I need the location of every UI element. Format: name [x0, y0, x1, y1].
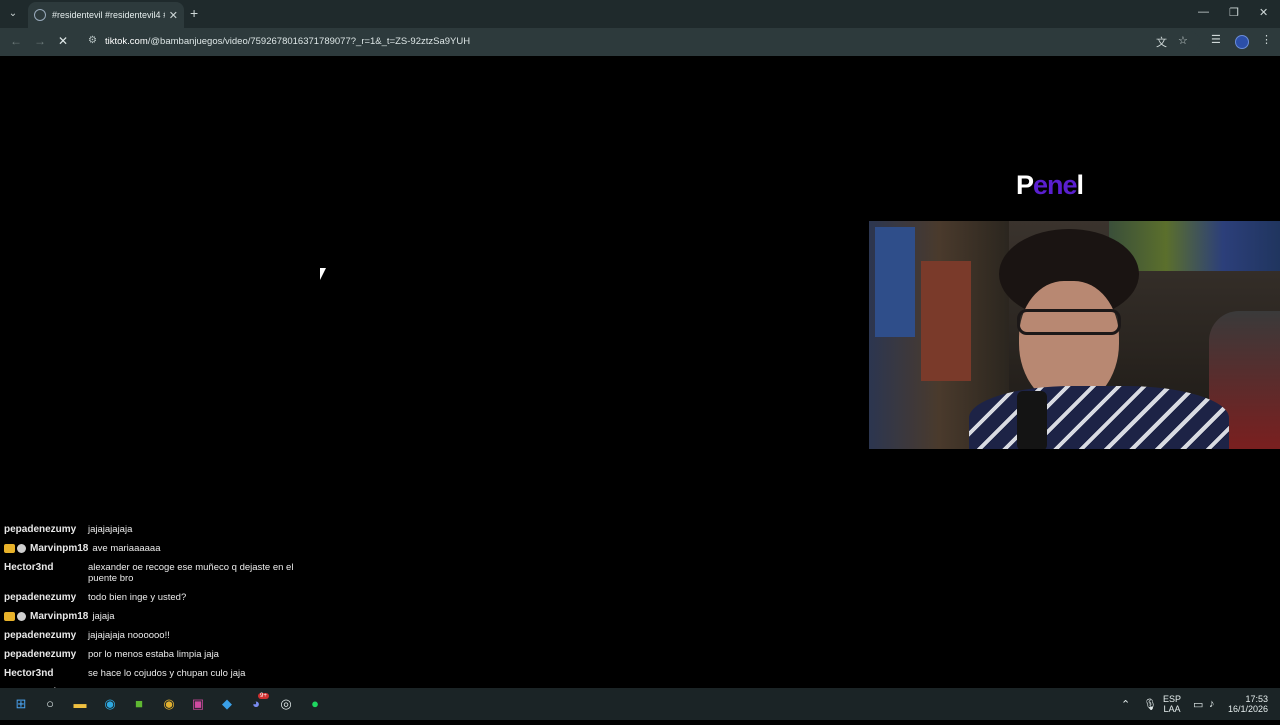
minecraft-icon[interactable]: ■ — [131, 696, 147, 712]
volume-icon[interactable]: ♪ — [1209, 698, 1215, 710]
overlay-letter-end: l — [1076, 170, 1084, 200]
chat-username-text: pepadenezumy — [4, 524, 77, 535]
app-icon[interactable]: ▣ — [190, 696, 206, 712]
chat-message-text: jajajajajaja — [88, 524, 133, 535]
chat-message: Hector3nd se hace lo cojudos y chupan cul… — [4, 668, 334, 679]
video-overlay-title: Penel — [1016, 170, 1084, 201]
webcam-feed — [869, 221, 1280, 449]
chat-message: Marvinpm18 ave mariaaaaaa — [4, 543, 334, 554]
chat-message: pepadenezumy jajajajajaja — [4, 524, 334, 535]
chat-message-text: jajajajaja noooooo!! — [88, 630, 170, 641]
network-icon[interactable]: ▭ — [1193, 698, 1203, 711]
site-info-icon[interactable]: ⚙ — [88, 35, 97, 46]
tab-title: #residentevil #residentevil4 #le — [52, 10, 165, 20]
clock-date: 16/1/2026 — [1228, 704, 1269, 714]
menu-kebab-icon[interactable]: ⋮ — [1261, 33, 1272, 46]
back-arrow-icon[interactable]: ← — [10, 34, 22, 48]
chat-message: Hector3nd alexander oe recoge ese muñeco … — [4, 562, 334, 584]
chat-message-text: por lo menos estaba limpia jaja — [88, 649, 219, 660]
chat-message: pepadenezumy todo bien inge y usted? — [4, 592, 334, 603]
url-text[interactable]: tiktok.com/@bambanjuegos/video/759267801… — [105, 36, 470, 47]
tab-strip: ⌄ #residentevil #residentevil4 #le ✕ + —… — [0, 0, 1280, 28]
clock-time: 17:53 — [1245, 694, 1268, 704]
search-icon[interactable]: ○ — [42, 696, 58, 712]
windows-taskbar: ⊞ ○ ▬ ◉ ■ ◉ ▣ ◆ ◕ 9+ ◎ ● ⌃ 🎙 ESP LAA ▭ ♪… — [0, 688, 1280, 720]
chat-username-text: Hector3nd — [4, 562, 54, 573]
url-bar[interactable]: ⚙ tiktok.com/@bambanjuegos/video/7592678… — [80, 31, 1200, 53]
chat-message-text: jajaja — [92, 611, 115, 622]
chat-username-text: pepadenezumy — [4, 649, 77, 660]
url-domain: tiktok.com — [105, 36, 148, 47]
crown-badge-icon — [4, 611, 15, 621]
obs-icon[interactable]: ◎ — [278, 696, 294, 712]
chat-username-text: pepadenezumy — [4, 592, 77, 603]
chat-message: Marvinpm18 jajaja — [4, 611, 334, 622]
new-tab-button[interactable]: + — [190, 5, 198, 21]
chat-username: pepadenezumy — [4, 649, 84, 660]
language-indicator[interactable]: ESP LAA — [1163, 694, 1181, 714]
lang-top: ESP — [1163, 694, 1182, 704]
browser-tab[interactable]: #residentevil #residentevil4 #le ✕ — [28, 2, 184, 28]
streamer-shirt — [969, 386, 1229, 449]
translate-icon[interactable]: 文 — [1156, 34, 1167, 50]
chat-username-text: Marvinpm18 — [30, 611, 89, 622]
url-path: /@bambanjuegos/video/7592678016371789077… — [147, 36, 471, 47]
chat-message-text: alexander oe recoge ese muñeco q dejaste… — [88, 562, 294, 584]
maximize-button[interactable]: ❐ — [1229, 6, 1239, 19]
webcam-poster-2 — [921, 261, 971, 381]
profile-avatar[interactable] — [1235, 35, 1249, 49]
streamer-glasses — [1017, 309, 1121, 335]
chat-username-text: Marvinpm18 — [30, 543, 89, 554]
overlay-letters-middle: ene — [1033, 170, 1078, 200]
file-explorer-icon[interactable]: ▬ — [72, 696, 88, 712]
reading-list-icon[interactable]: ☰ — [1211, 33, 1221, 46]
windows-start-icon[interactable]: ⊞ — [13, 696, 29, 712]
overlay-letter-p: P — [1016, 170, 1034, 200]
chat-message-text: ave mariaaaaaa — [92, 543, 161, 554]
chat-message: pepadenezumy jajajajaja noooooo!! — [4, 630, 334, 641]
chat-username-text: Hector3nd — [4, 668, 54, 679]
crown-badge-icon — [4, 543, 15, 553]
chat-username: pepadenezumy — [4, 524, 84, 535]
window-close-button[interactable]: ✕ — [1259, 6, 1268, 19]
chat-username: Marvinpm18 — [4, 611, 88, 622]
clock[interactable]: 17:53 16/1/2026 — [1228, 694, 1268, 714]
chat-username: pepadenezumy — [4, 592, 84, 603]
chat-message: pepadenezumy por lo menos estaba limpia j… — [4, 649, 334, 660]
discord-badge: 9+ — [258, 693, 269, 699]
minimize-button[interactable]: — — [1198, 6, 1209, 18]
edge-icon[interactable]: ◉ — [102, 696, 118, 712]
tray-chevron-up-icon[interactable]: ⌃ — [1121, 698, 1130, 711]
webcam-poster — [875, 227, 915, 337]
chat-username: Marvinpm18 — [4, 543, 88, 554]
chat-message-text: se hace lo cojudos y chupan culo jaja — [88, 668, 246, 679]
chat-username: Hector3nd — [4, 562, 84, 573]
tab-search-dropdown-icon[interactable]: ⌄ — [4, 4, 22, 22]
tab-close-icon[interactable]: ✕ — [169, 9, 178, 22]
microphone — [1017, 391, 1047, 449]
chrome-icon[interactable]: ◉ — [161, 696, 177, 712]
chat-username-text: pepadenezumy — [4, 630, 77, 641]
chat-username: pepadenezumy — [4, 630, 84, 641]
stop-loading-icon[interactable]: ✕ — [58, 34, 68, 48]
bookmark-star-icon[interactable]: ☆ — [1178, 34, 1188, 47]
forward-arrow-icon[interactable]: → — [34, 34, 46, 48]
lang-bottom: LAA — [1163, 704, 1181, 714]
chat-username: Hector3nd — [4, 668, 84, 679]
address-toolbar: ← → ✕ ⚙ tiktok.com/@bambanjuegos/video/7… — [0, 28, 1280, 56]
vpn-icon[interactable]: ◆ — [219, 696, 235, 712]
tiktok-favicon-icon — [34, 9, 46, 21]
mouse-cursor-icon — [320, 268, 326, 280]
spotify-icon[interactable]: ● — [307, 696, 323, 712]
chat-message-text: todo bien inge y usted? — [88, 592, 187, 603]
microphone-icon[interactable]: 🎙 — [1143, 698, 1157, 711]
mod-badge-icon — [17, 543, 26, 553]
mod-badge-icon — [17, 611, 26, 621]
